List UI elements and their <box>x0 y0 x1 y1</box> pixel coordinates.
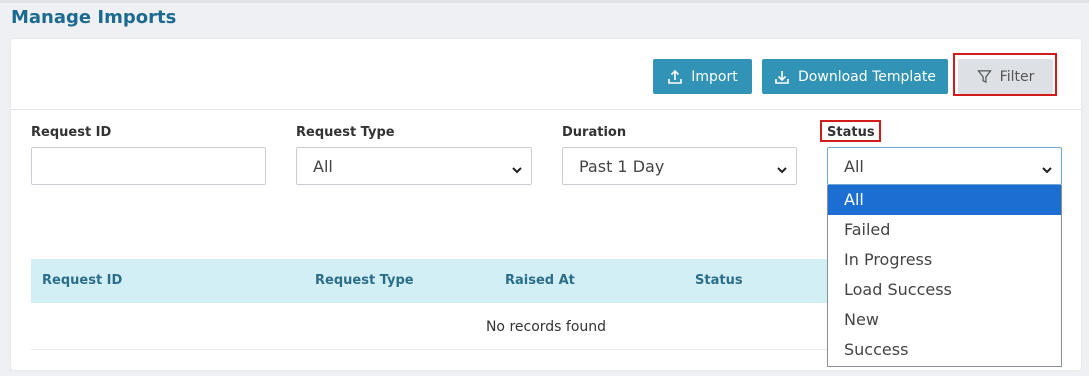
status-select[interactable]: All <box>827 147 1062 185</box>
status-value: All <box>844 156 864 176</box>
upload-icon <box>667 69 683 85</box>
column-header-status[interactable]: Status <box>695 273 743 288</box>
column-header-request-id[interactable]: Request ID <box>42 273 122 288</box>
status-option-success[interactable]: Success <box>828 335 1061 365</box>
filter-button-label: Filter <box>999 68 1035 85</box>
duration-label: Duration <box>562 125 627 140</box>
chevron-down-icon <box>511 161 523 180</box>
chevron-down-icon <box>776 161 788 180</box>
filter-icon <box>976 69 992 84</box>
status-option-in-progress[interactable]: In Progress <box>828 245 1061 275</box>
download-template-button[interactable]: Download Template <box>762 59 948 94</box>
status-option-load-success[interactable]: Load Success <box>828 275 1061 305</box>
filter-button[interactable]: Filter <box>958 59 1053 94</box>
status-option-failed[interactable]: Failed <box>828 215 1061 245</box>
request-type-select[interactable]: All <box>296 147 532 185</box>
top-border <box>0 0 1089 3</box>
duration-value: Past 1 Day <box>579 156 665 176</box>
status-option-new[interactable]: New <box>828 305 1061 335</box>
download-icon <box>774 69 790 85</box>
page-title: Manage Imports <box>11 7 177 28</box>
request-type-value: All <box>313 156 333 176</box>
request-id-input[interactable] <box>31 147 266 185</box>
status-label: Status <box>827 125 875 140</box>
toolbar-divider <box>11 109 1081 110</box>
import-button-label: Import <box>691 68 738 85</box>
status-option-all[interactable]: All <box>828 185 1061 215</box>
download-template-label: Download Template <box>798 68 936 85</box>
column-header-raised-at[interactable]: Raised At <box>505 273 575 288</box>
request-id-label: Request ID <box>31 125 112 140</box>
chevron-down-icon <box>1041 161 1053 180</box>
import-button[interactable]: Import <box>653 59 752 94</box>
request-type-label: Request Type <box>296 125 395 140</box>
status-dropdown-list: All Failed In Progress Load Success New … <box>827 185 1062 367</box>
duration-select[interactable]: Past 1 Day <box>562 147 797 185</box>
column-header-request-type[interactable]: Request Type <box>315 273 414 288</box>
